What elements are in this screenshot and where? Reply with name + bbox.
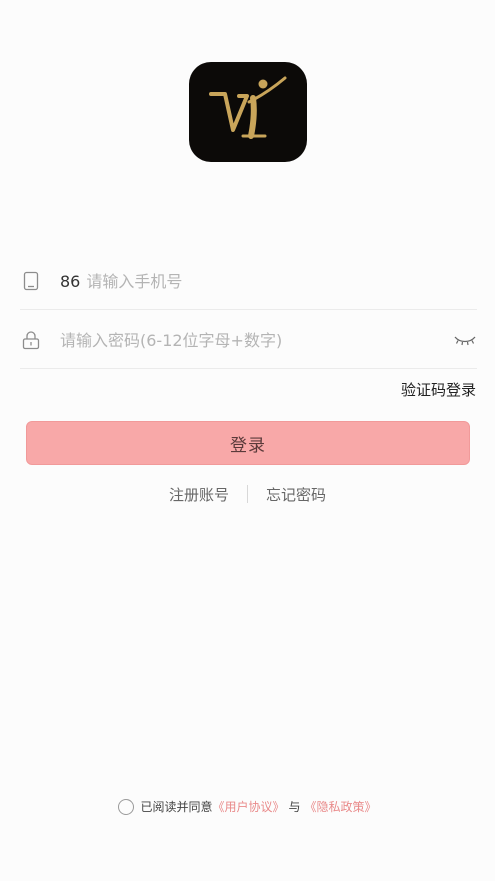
user-agreement-link[interactable]: 《用户协议》 bbox=[212, 798, 284, 815]
app-logo-icon bbox=[209, 76, 287, 139]
phone-field-row: 86 bbox=[20, 253, 477, 310]
forgot-password-link[interactable]: 忘记密码 bbox=[266, 484, 326, 505]
privacy-policy-link[interactable]: 《隐私政策》 bbox=[305, 798, 377, 815]
lock-icon bbox=[20, 329, 42, 351]
phone-input[interactable] bbox=[86, 271, 387, 291]
links-divider bbox=[247, 485, 248, 503]
register-link[interactable]: 注册账号 bbox=[169, 484, 229, 505]
sms-login-link[interactable]: 验证码登录 bbox=[401, 379, 476, 400]
country-code[interactable]: 86 bbox=[60, 272, 80, 291]
agreement-conjunction: 与 bbox=[288, 800, 301, 814]
password-field-row bbox=[20, 312, 477, 369]
phone-icon bbox=[20, 270, 42, 292]
password-input[interactable] bbox=[60, 330, 430, 350]
app-logo bbox=[189, 62, 307, 162]
login-page: 86 验证码登录 登录 注册账号 忘记密码 bbox=[0, 0, 495, 881]
agreement-prefix: 已阅读并同意 bbox=[140, 800, 213, 814]
eye-closed-icon[interactable] bbox=[453, 330, 477, 350]
login-button[interactable]: 登录 bbox=[26, 421, 470, 465]
agreement-radio[interactable] bbox=[118, 798, 135, 815]
agreement-row: 已阅读并同意 《用户协议》 与 《隐私政策》 bbox=[0, 798, 495, 815]
account-links: 注册账号 忘记密码 bbox=[0, 482, 495, 506]
